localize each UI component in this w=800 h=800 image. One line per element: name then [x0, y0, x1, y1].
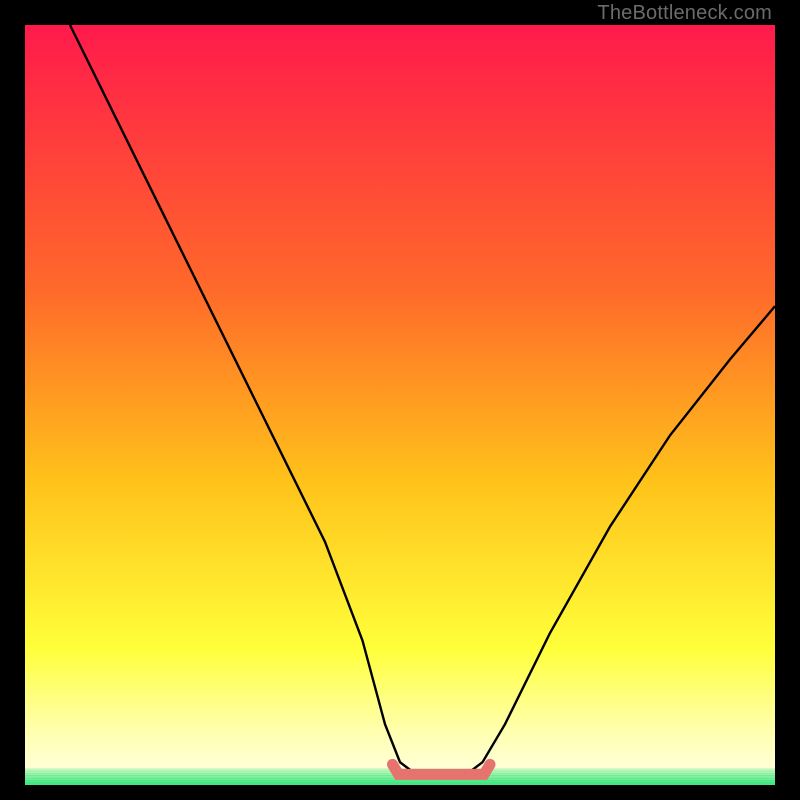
gradient-background [25, 25, 775, 785]
bottleneck-chart [25, 25, 775, 785]
chart-frame [25, 25, 775, 785]
watermark-text: TheBottleneck.com [597, 2, 772, 25]
